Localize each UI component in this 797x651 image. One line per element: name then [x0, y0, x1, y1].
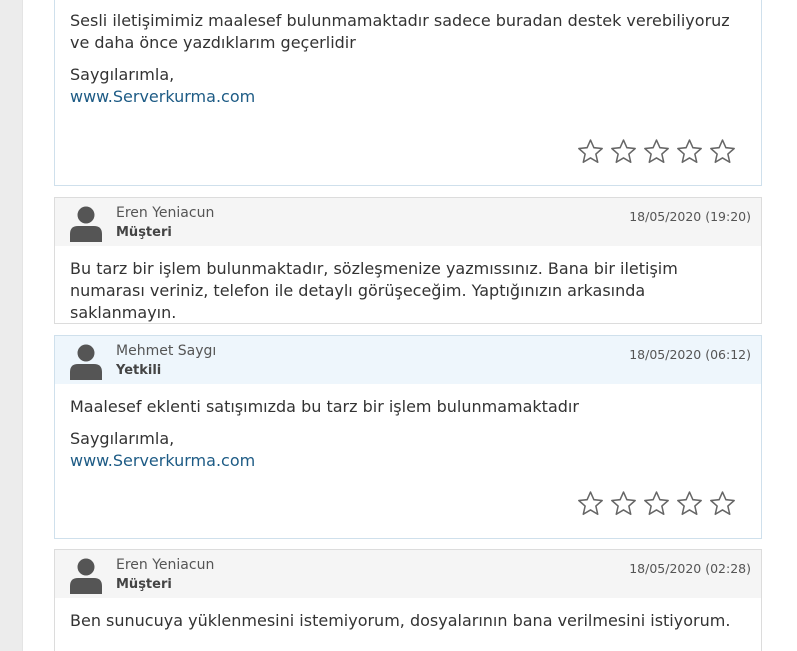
star-outline-icon[interactable]	[642, 490, 671, 518]
message-text: Bu tarz bir işlem bulunmaktadır, sözleşm…	[70, 259, 678, 322]
reply-rating	[576, 490, 737, 518]
reply-message: Ben sunucuya yüklenmesini istemiyorum, d…	[55, 598, 761, 632]
reply-message: Maalesef eklenti satışımızda bu tarz bir…	[55, 384, 761, 472]
star-outline-icon[interactable]	[576, 490, 605, 518]
signature-link[interactable]: www.Serverkurma.com	[70, 87, 255, 106]
ticket-reply-client-1: Eren Yeniacun Müşteri 18/05/2020 (19:20)…	[54, 197, 762, 324]
star-outline-icon[interactable]	[708, 138, 737, 166]
ticket-reply-staff-1: Yetkili Sesli iletişimimiz maalesef bulu…	[54, 0, 762, 186]
signature-link[interactable]: www.Serverkurma.com	[70, 451, 255, 470]
post-date: 18/05/2020 (06:12)	[629, 347, 751, 362]
signature-greeting: Saygılarımla,	[70, 429, 175, 448]
star-outline-icon[interactable]	[708, 490, 737, 518]
poster-role: Müşteri	[116, 577, 172, 592]
message-text: Ben sunucuya yüklenmesini istemiyorum, d…	[70, 611, 731, 630]
ticket-reply-staff-2: Mehmet Saygı Yetkili 18/05/2020 (06:12) …	[54, 335, 762, 539]
star-outline-icon[interactable]	[675, 138, 704, 166]
poster-role: Müşteri	[116, 225, 172, 240]
star-outline-icon[interactable]	[642, 138, 671, 166]
user-icon	[70, 558, 102, 594]
user-icon	[70, 344, 102, 380]
star-outline-icon[interactable]	[609, 138, 638, 166]
reply-message: Bu tarz bir işlem bulunmaktadır, sözleşm…	[55, 246, 761, 324]
signature-greeting: Saygılarımla,	[70, 65, 175, 84]
reply-message: Sesli iletişimimiz maalesef bulunmamakta…	[55, 0, 761, 108]
reply-header: Eren Yeniacun Müşteri 18/05/2020 (02:28)	[55, 550, 761, 598]
post-date: 18/05/2020 (19:20)	[629, 209, 751, 224]
star-outline-icon[interactable]	[576, 138, 605, 166]
message-text: Maalesef eklenti satışımızda bu tarz bir…	[70, 397, 579, 416]
star-outline-icon[interactable]	[609, 490, 638, 518]
reply-header: Eren Yeniacun Müşteri 18/05/2020 (19:20)	[55, 198, 761, 246]
post-date: 18/05/2020 (02:28)	[629, 561, 751, 576]
reply-rating	[576, 138, 737, 166]
star-outline-icon[interactable]	[675, 490, 704, 518]
poster-name: Mehmet Saygı	[116, 343, 217, 359]
page-left-gutter	[0, 0, 22, 651]
poster-name: Eren Yeniacun	[116, 557, 215, 573]
message-text: Sesli iletişimimiz maalesef bulunmamakta…	[70, 11, 730, 52]
poster-name: Eren Yeniacun	[116, 205, 215, 221]
ticket-reply-client-2: Eren Yeniacun Müşteri 18/05/2020 (02:28)…	[54, 549, 762, 651]
poster-role: Yetkili	[116, 363, 162, 378]
ticket-replies-panel: Yetkili Sesli iletişimimiz maalesef bulu…	[22, 0, 797, 651]
reply-header: Mehmet Saygı Yetkili 18/05/2020 (06:12)	[55, 336, 761, 384]
user-icon	[70, 206, 102, 242]
